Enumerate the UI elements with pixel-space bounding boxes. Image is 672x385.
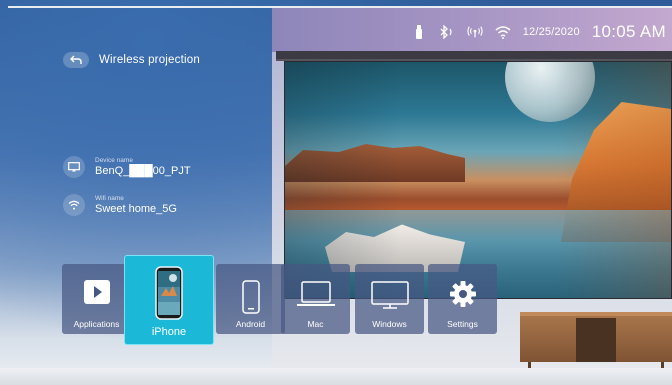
tile-label: iPhone xyxy=(151,326,187,338)
status-bar: 12/25/2020 10:05 AM xyxy=(411,20,666,44)
play-icon xyxy=(62,280,131,304)
device-name-caption: Device name xyxy=(95,156,133,164)
tile-applications[interactable]: Applications xyxy=(62,264,131,334)
tile-label: Mac xyxy=(307,319,324,329)
cabinet-shelf xyxy=(576,318,616,362)
tile-label: Applications xyxy=(73,319,120,329)
back-button[interactable] xyxy=(63,52,89,68)
small-moon xyxy=(597,122,623,148)
page-title: Wireless projection xyxy=(99,54,200,66)
tile-settings[interactable]: Settings xyxy=(428,264,497,334)
distant-mesas xyxy=(285,144,465,182)
bluetooth-icon xyxy=(439,24,455,40)
monitor-icon xyxy=(355,280,424,310)
large-moon xyxy=(505,62,595,122)
tile-mac[interactable]: Mac xyxy=(281,264,350,334)
usb-icon xyxy=(411,24,427,40)
tile-windows[interactable]: Windows xyxy=(355,264,424,334)
tile-label: Windows xyxy=(372,319,407,329)
device-name-row: Device name BenQ_███00_PJT xyxy=(63,156,191,178)
wifi-name-value: Sweet home_5G xyxy=(95,202,177,215)
iphone-icon xyxy=(125,266,213,320)
tile-android[interactable]: Android xyxy=(216,264,285,334)
cast-screen-icon xyxy=(63,156,85,178)
tile-iphone[interactable]: iPhone xyxy=(124,255,214,345)
orange-cliff xyxy=(561,102,671,242)
back-arrow-icon xyxy=(70,55,82,64)
laptop-icon xyxy=(281,280,350,308)
wifi-icon xyxy=(63,194,85,216)
status-time: 10:05 AM xyxy=(591,22,666,41)
device-name-value: BenQ_███00_PJT xyxy=(95,164,191,177)
floor xyxy=(0,368,672,385)
tv-cabinet xyxy=(520,312,672,370)
wifi-name-caption: Wifi name xyxy=(95,194,124,202)
android-phone-icon xyxy=(216,280,285,314)
tile-label: Settings xyxy=(447,319,478,329)
wifi-name-row: Wifi name Sweet home_5G xyxy=(63,194,177,216)
wireless-projection-header: Wireless projection xyxy=(63,52,200,68)
projection-screen-casing xyxy=(276,51,672,61)
status-date: 12/25/2020 xyxy=(522,26,580,38)
gear-icon xyxy=(428,280,497,308)
tile-label: Android xyxy=(235,319,266,329)
antenna-icon xyxy=(467,24,483,40)
tv-home-screen: 12/25/2020 10:05 AM Wireless projection … xyxy=(0,0,672,385)
frame-top-edge xyxy=(8,6,672,8)
wifi-icon xyxy=(495,24,511,40)
